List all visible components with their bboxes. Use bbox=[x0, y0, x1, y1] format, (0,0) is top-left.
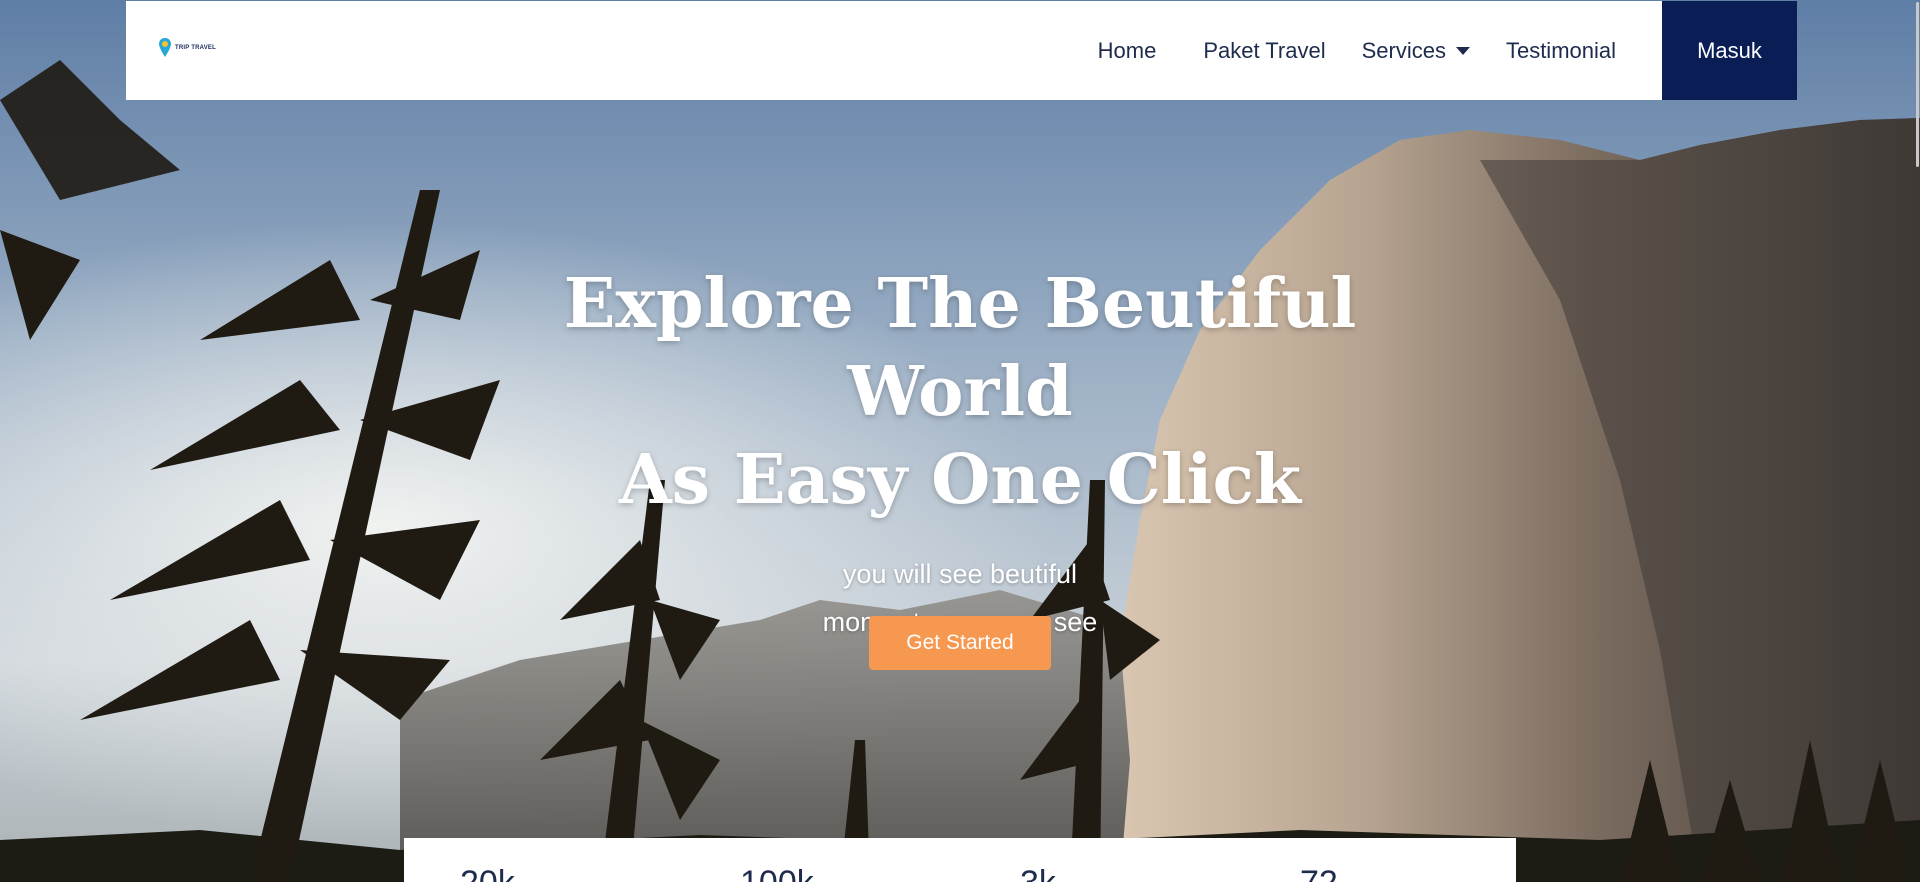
chevron-down-icon bbox=[1455, 46, 1470, 55]
stats-row: 20k 100k 3k 72 bbox=[404, 866, 1516, 882]
hero-title: Explore The Beutiful World As Easy One C… bbox=[460, 260, 1460, 524]
login-button[interactable]: Masuk bbox=[1662, 1, 1797, 100]
brand-name: TRIP TRAVEL bbox=[175, 45, 216, 51]
location-pin-icon bbox=[159, 38, 171, 57]
brand-logo[interactable]: TRIP TRAVEL bbox=[158, 37, 216, 61]
nav-item-paket-travel[interactable]: Paket Travel bbox=[1203, 38, 1325, 64]
nav-links: Home Paket Travel Services Testimonial M… bbox=[1098, 1, 1797, 100]
hero-title-line-1: Explore The Beutiful World bbox=[563, 264, 1357, 432]
nav-item-services-label: Services bbox=[1361, 37, 1446, 63]
stat-value: 72 bbox=[1300, 866, 1338, 882]
scrollbar-thumb[interactable] bbox=[1916, 2, 1919, 167]
stat-value: 20k bbox=[460, 866, 515, 882]
navbar: TRIP TRAVEL Home Paket Travel Services T… bbox=[126, 1, 1797, 100]
stat-value: 100k bbox=[740, 866, 814, 882]
stats-card: 20k 100k 3k 72 bbox=[404, 838, 1516, 882]
nav-item-testimonial[interactable]: Testimonial bbox=[1506, 38, 1616, 64]
get-started-button[interactable]: Get Started bbox=[869, 616, 1051, 670]
stat-value: 3k bbox=[1020, 866, 1056, 882]
nav-item-services-dropdown[interactable]: Services bbox=[1362, 38, 1470, 64]
nav-item-home[interactable]: Home bbox=[1098, 38, 1157, 64]
page-scrollbar[interactable] bbox=[1914, 0, 1920, 882]
landing-page: TRIP TRAVEL Home Paket Travel Services T… bbox=[0, 0, 1920, 882]
hero-section: Explore The Beutiful World As Easy One C… bbox=[0, 260, 1920, 646]
hero-subtitle-line-1: you will see beutiful bbox=[842, 559, 1078, 589]
hero-title-line-2: As Easy One Click bbox=[619, 440, 1301, 520]
